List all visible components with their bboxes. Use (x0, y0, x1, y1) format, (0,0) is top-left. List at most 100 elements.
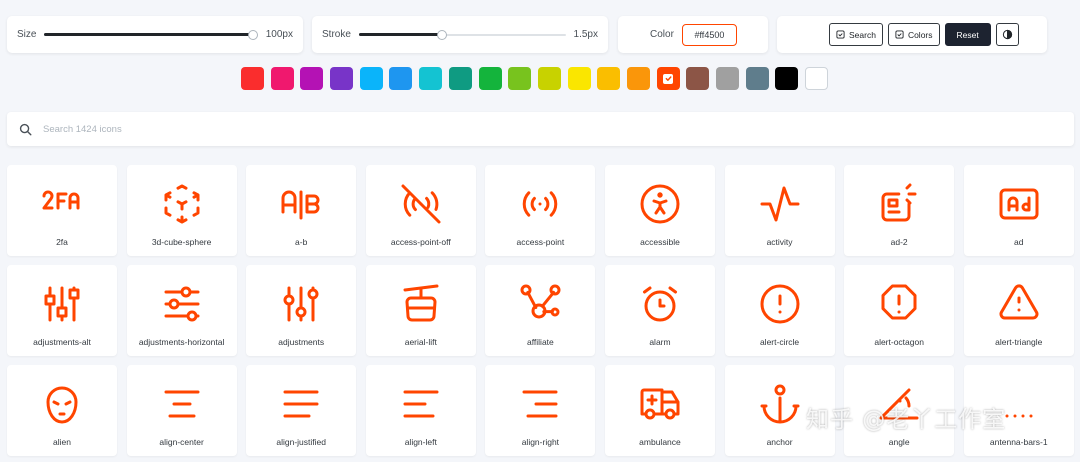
align-center-icon (158, 380, 206, 428)
icon-card-2fa[interactable]: 2fa (7, 165, 117, 256)
icon-card-alert-octagon[interactable]: alert-octagon (844, 265, 955, 356)
checkbox-icon (836, 30, 845, 39)
icon-card-ad-2[interactable]: ad-2 (844, 165, 955, 256)
ad-2-icon (875, 180, 923, 228)
alert-circle-icon (756, 280, 804, 328)
adjustments-horizontal-icon (158, 280, 206, 328)
icon-label: alarm (649, 337, 671, 347)
stroke-slider[interactable] (358, 29, 566, 41)
icon-label: access-point-off (390, 237, 451, 247)
color-swatch[interactable] (448, 67, 472, 90)
access-point-icon (516, 180, 564, 228)
color-swatch[interactable] (241, 67, 264, 90)
size-value: 100px (265, 29, 293, 40)
icon-label: ad (1014, 237, 1024, 247)
watermark: 知乎 @老丫工作室 (806, 407, 1007, 433)
icon-label: adjustments (278, 337, 325, 347)
color-swatches (241, 67, 835, 90)
icon-card-adjustments-alt[interactable]: adjustments-alt (7, 265, 117, 356)
color-swatch[interactable] (537, 67, 561, 90)
activity-icon (756, 180, 804, 228)
stroke-value: 1.5px (573, 29, 598, 40)
color-swatch[interactable] (478, 67, 502, 90)
icon-label: a-b (295, 237, 308, 247)
color-swatch[interactable] (716, 67, 739, 90)
theme-toggle-button[interactable] (995, 23, 1019, 46)
icon-card-ad[interactable]: ad (963, 165, 1074, 256)
icon-card-access-point[interactable]: access-point (485, 165, 596, 256)
access-point-off-icon (397, 180, 445, 228)
icon-label: ambulance (639, 437, 681, 447)
color-swatch[interactable] (656, 67, 680, 90)
icon-card-alarm[interactable]: alarm (604, 265, 715, 356)
search-toggle-button[interactable]: Search (829, 23, 883, 46)
aerial-lift-icon (397, 280, 445, 328)
color-control: Color #ff4500 (618, 16, 768, 53)
size-slider-thumb[interactable] (248, 29, 259, 40)
color-swatch[interactable] (597, 67, 621, 90)
size-control: Size 100px (7, 16, 303, 53)
search-toggle-label: Search (849, 29, 876, 40)
icon-card-ambulance[interactable]: ambulance (604, 365, 715, 456)
icon-label: align-center (159, 437, 204, 447)
icon-label: accessible (640, 237, 680, 247)
icon-label: align-left (404, 437, 437, 447)
icon-label: anchor (766, 437, 793, 447)
icon-label: alert-octagon (874, 337, 924, 347)
color-swatch[interactable] (359, 67, 383, 90)
align-right-icon (516, 380, 564, 428)
stroke-label: Stroke (322, 29, 351, 40)
icon-card-3d-cube-sphere[interactable]: 3d-cube-sphere (126, 165, 237, 256)
icon-card-align-left[interactable]: align-left (365, 365, 476, 456)
icon-card-alien[interactable]: alien (7, 365, 117, 456)
icon-search-bar (7, 112, 1074, 146)
ambulance-icon (636, 380, 684, 428)
color-swatch[interactable] (389, 67, 413, 90)
icon-card-align-center[interactable]: align-center (126, 365, 237, 456)
reset-button[interactable]: Reset (944, 23, 991, 46)
color-swatch[interactable] (300, 67, 324, 90)
icon-card-accessible[interactable]: accessible (604, 165, 715, 256)
size-slider[interactable] (44, 29, 259, 41)
icon-label: adjustments-horizontal (138, 337, 225, 347)
2fa-icon (38, 180, 86, 228)
icon-card-adjustments[interactable]: adjustments (246, 265, 357, 356)
search-input[interactable] (43, 123, 443, 135)
icon-card-aerial-lift[interactable]: aerial-lift (365, 265, 476, 356)
color-swatch[interactable] (805, 67, 829, 90)
icon-card-align-justified[interactable]: align-justified (246, 365, 357, 456)
color-swatch[interactable] (508, 67, 532, 90)
accessible-icon (636, 180, 684, 228)
icon-label: alert-triangle (995, 337, 1043, 347)
color-swatch[interactable] (419, 67, 443, 90)
color-swatch[interactable] (330, 67, 354, 90)
adjustments-alt-icon (38, 280, 86, 328)
icon-card-align-right[interactable]: align-right (485, 365, 596, 456)
3d-cube-sphere-icon (158, 180, 206, 228)
stroke-slider-thumb[interactable] (436, 29, 447, 40)
icon-label: activity (766, 237, 793, 247)
icon-label: align-justified (276, 437, 326, 447)
icon-label: alert-circle (759, 337, 800, 347)
color-swatch[interactable] (567, 67, 591, 90)
alert-triangle-icon (995, 280, 1043, 328)
color-swatch[interactable] (745, 67, 769, 90)
color-swatch[interactable] (626, 67, 650, 90)
color-swatch[interactable] (686, 67, 710, 90)
colors-toggle-label: Colors (907, 29, 933, 40)
alarm-icon (636, 280, 684, 328)
icon-card-access-point-off[interactable]: access-point-off (365, 165, 476, 256)
color-swatch[interactable] (775, 67, 799, 90)
icon-card-alert-triangle[interactable]: alert-triangle (963, 265, 1074, 356)
color-swatch[interactable] (270, 67, 294, 90)
icon-card-adjustments-horizontal[interactable]: adjustments-horizontal (126, 265, 237, 356)
icon-card-affiliate[interactable]: affiliate (485, 265, 596, 356)
size-label: Size (17, 29, 37, 40)
checkbox-icon (895, 30, 904, 39)
color-input[interactable]: #ff4500 (681, 23, 737, 46)
icon-label: 2fa (56, 237, 68, 247)
icon-card-activity[interactable]: activity (724, 165, 835, 256)
colors-toggle-button[interactable]: Colors (887, 23, 940, 46)
icon-card-a-b[interactable]: a-b (246, 165, 357, 256)
icon-card-alert-circle[interactable]: alert-circle (724, 265, 835, 356)
